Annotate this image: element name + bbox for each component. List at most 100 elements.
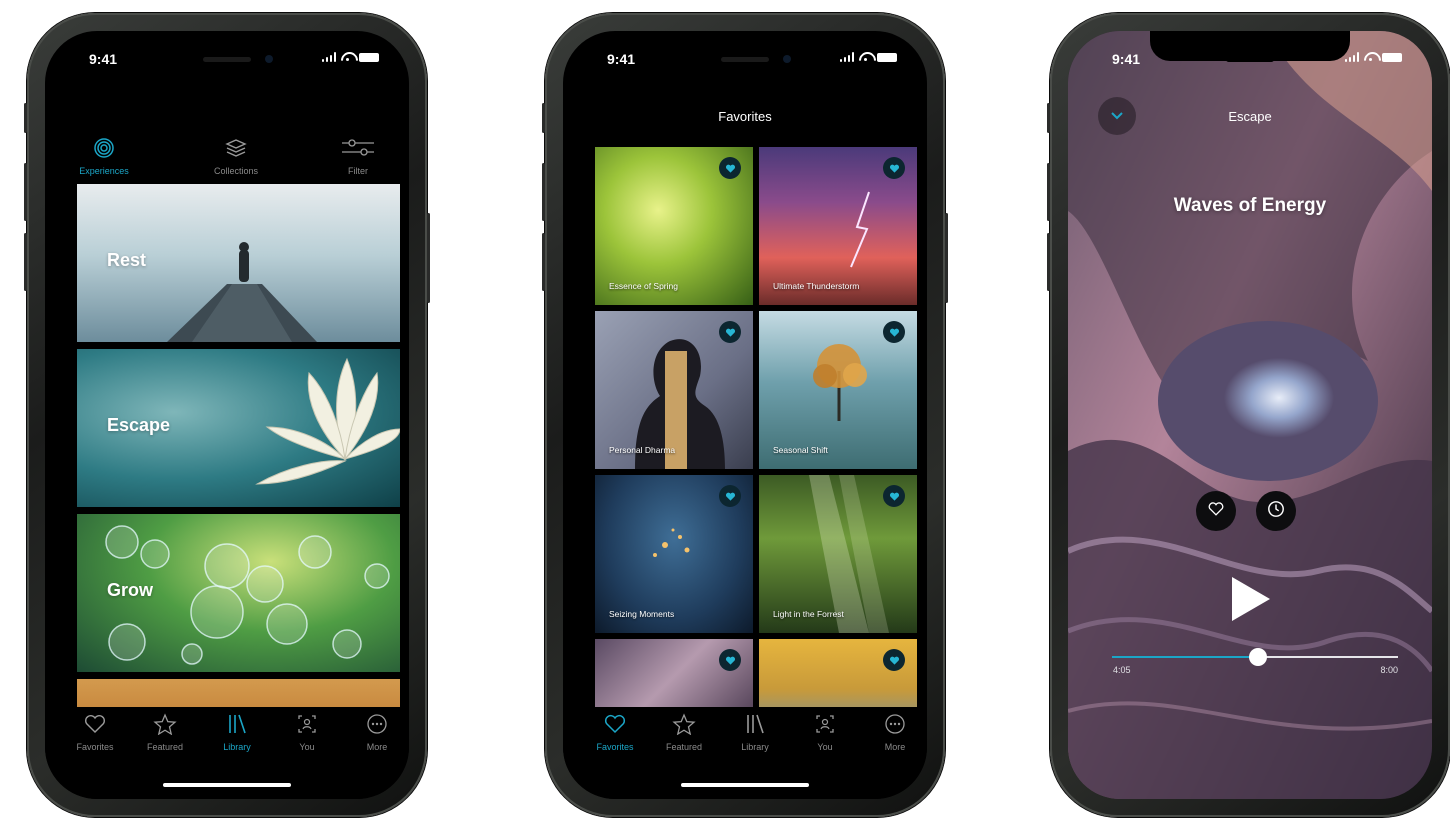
play-button[interactable] bbox=[1232, 577, 1270, 621]
tab-label: Featured bbox=[665, 742, 703, 752]
tab-you[interactable]: You bbox=[795, 713, 855, 752]
tab-label: You bbox=[299, 742, 315, 752]
tab-library[interactable]: Library bbox=[207, 713, 267, 752]
tab-label: More bbox=[366, 742, 388, 752]
progress-fill bbox=[1112, 656, 1258, 658]
timer-button[interactable] bbox=[1256, 491, 1296, 531]
player-screen: 9:41 Escape Waves of Energy 4:05 8:00 bbox=[1068, 31, 1432, 799]
experience-card-rest[interactable]: Rest bbox=[77, 184, 400, 342]
segment-label: Filter bbox=[348, 166, 368, 176]
star-icon bbox=[654, 713, 714, 739]
segment-collections[interactable]: Collections bbox=[191, 137, 281, 176]
card-title: Grow bbox=[107, 580, 154, 600]
favorite-heart-icon[interactable] bbox=[719, 485, 741, 507]
favorites-screen: 9:41 Favorites Essence of Spring Ultimat… bbox=[563, 31, 927, 799]
status-time: 9:41 bbox=[607, 51, 636, 67]
tab-label: More bbox=[884, 742, 906, 752]
star-icon bbox=[135, 713, 195, 739]
tile-caption: Essence of Spring bbox=[609, 281, 678, 291]
tab-label: Library bbox=[741, 742, 769, 752]
tile-caption: Ultimate Thunderstorm bbox=[773, 281, 860, 291]
progress-knob[interactable] bbox=[1248, 648, 1267, 666]
heart-icon bbox=[1207, 501, 1225, 522]
tile-caption: Light in the Forrest bbox=[773, 609, 844, 619]
library-icon bbox=[725, 713, 785, 739]
signal-icon bbox=[1344, 52, 1359, 62]
signal-icon bbox=[839, 52, 854, 62]
wifi-icon bbox=[1364, 52, 1377, 62]
favorite-tile[interactable]: Seizing Moments bbox=[595, 475, 753, 633]
home-indicator[interactable] bbox=[681, 783, 809, 787]
favorite-tile[interactable]: Light in the Forrest bbox=[759, 475, 917, 633]
category-title: Escape bbox=[1228, 109, 1272, 124]
stack-icon bbox=[191, 137, 281, 159]
favorite-tile[interactable]: Ultimate Thunderstorm bbox=[759, 147, 917, 305]
sliders-icon bbox=[313, 137, 403, 159]
ellipsis-icon bbox=[865, 713, 925, 739]
tab-label: Favorites bbox=[76, 742, 114, 752]
page-title: Favorites bbox=[718, 109, 772, 124]
elapsed-time: 4:05 bbox=[1113, 665, 1131, 675]
track-title: Waves of Energy bbox=[1173, 195, 1327, 216]
tab-featured[interactable]: Featured bbox=[654, 713, 714, 752]
segment-experiences[interactable]: Experiences bbox=[59, 137, 149, 176]
favorite-button[interactable] bbox=[1196, 491, 1236, 531]
segment-label: Experiences bbox=[79, 166, 129, 176]
tile-caption: Personal Dharma bbox=[609, 445, 676, 455]
progress-slider[interactable] bbox=[1112, 648, 1398, 666]
wifi-icon bbox=[859, 52, 872, 62]
spiral-icon bbox=[59, 137, 149, 159]
tab-label: You bbox=[817, 742, 833, 752]
favorite-heart-icon[interactable] bbox=[719, 157, 741, 179]
total-duration: 8:00 bbox=[1380, 665, 1398, 675]
library-screen: 9:41 Experiences Collections Filter Rest… bbox=[45, 31, 409, 799]
signal-icon bbox=[321, 52, 336, 62]
favorite-tile[interactable]: Essence of Spring bbox=[595, 147, 753, 305]
favorite-tile[interactable]: Seasonal Shift bbox=[759, 311, 917, 469]
experience-card-escape[interactable]: Escape bbox=[77, 349, 400, 507]
heart-icon bbox=[65, 713, 125, 739]
segment-label: Collections bbox=[213, 166, 259, 176]
tab-more[interactable]: More bbox=[347, 713, 407, 752]
battery-icon bbox=[877, 53, 897, 62]
tab-label: Favorites bbox=[596, 742, 634, 752]
profile-icon bbox=[277, 713, 337, 739]
tab-label: Featured bbox=[146, 742, 184, 752]
profile-icon bbox=[795, 713, 855, 739]
tab-featured[interactable]: Featured bbox=[135, 713, 195, 752]
status-time: 9:41 bbox=[1112, 51, 1141, 67]
tile-caption: Seasonal Shift bbox=[773, 445, 828, 455]
card-title: Escape bbox=[107, 415, 171, 435]
phone-player: 9:41 Escape Waves of Energy 4:05 8:00 bbox=[1047, 13, 1450, 817]
card-title: Rest bbox=[107, 250, 147, 270]
wifi-icon bbox=[341, 52, 354, 62]
tab-bar: Favorites Featured Library You More bbox=[563, 707, 927, 799]
favorite-heart-icon[interactable] bbox=[719, 321, 741, 343]
tab-favorites[interactable]: Favorites bbox=[585, 713, 645, 752]
favorite-heart-icon[interactable] bbox=[883, 321, 905, 343]
battery-icon bbox=[359, 53, 379, 62]
tab-label: Library bbox=[223, 742, 251, 752]
clock-icon bbox=[1267, 500, 1285, 523]
phone-library: 9:41 Experiences Collections Filter Rest… bbox=[24, 13, 430, 817]
phone-favorites: 9:41 Favorites Essence of Spring Ultimat… bbox=[542, 13, 948, 817]
experience-card-grow[interactable]: Grow bbox=[77, 514, 400, 672]
home-indicator[interactable] bbox=[163, 783, 291, 787]
tab-favorites[interactable]: Favorites bbox=[65, 713, 125, 752]
segment-control: Experiences Collections Filter bbox=[45, 137, 409, 187]
favorite-tile[interactable]: Personal Dharma bbox=[595, 311, 753, 469]
canyon-background-image bbox=[1068, 31, 1432, 799]
library-icon bbox=[207, 713, 267, 739]
favorite-heart-icon[interactable] bbox=[883, 485, 905, 507]
favorite-heart-icon[interactable] bbox=[883, 649, 905, 671]
tile-caption: Seizing Moments bbox=[609, 609, 675, 619]
status-time: 9:41 bbox=[89, 51, 118, 67]
tab-more[interactable]: More bbox=[865, 713, 925, 752]
tab-you[interactable]: You bbox=[277, 713, 337, 752]
tab-bar: Favorites Featured Library You More bbox=[45, 707, 409, 799]
favorite-heart-icon[interactable] bbox=[719, 649, 741, 671]
ellipsis-icon bbox=[347, 713, 407, 739]
favorite-heart-icon[interactable] bbox=[883, 157, 905, 179]
segment-filter[interactable]: Filter bbox=[313, 137, 403, 176]
tab-library[interactable]: Library bbox=[725, 713, 785, 752]
